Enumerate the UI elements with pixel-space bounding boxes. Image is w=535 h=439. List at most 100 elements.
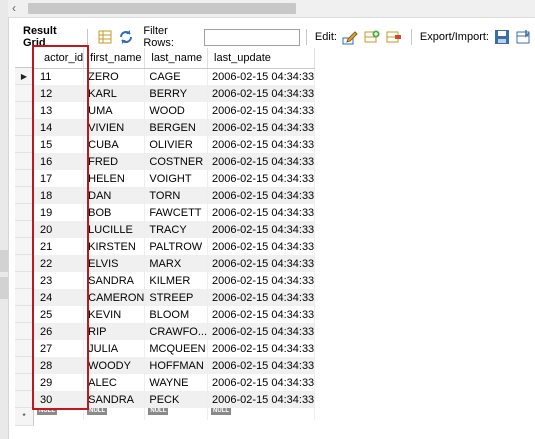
cell-first-name[interactable]: HELEN	[83, 170, 146, 187]
table-row[interactable]: 22 ELVIS MARX 2006-02-15 04:34:33	[34, 255, 316, 272]
cell-last-update[interactable]: 2006-02-15 04:34:33	[207, 255, 316, 272]
cell-first-name[interactable]: BOB	[83, 204, 146, 221]
cell-first-name[interactable]: UMA	[83, 102, 146, 119]
cell-last-update[interactable]: 2006-02-15 04:34:33	[207, 85, 316, 102]
insert-row-icon[interactable]	[364, 29, 380, 45]
row-selector[interactable]	[15, 153, 34, 170]
cell-actor-id[interactable]: 18	[34, 187, 85, 204]
cell-actor-id[interactable]: 15	[34, 136, 85, 153]
cell-last-update[interactable]: 2006-02-15 04:34:33	[207, 340, 316, 357]
cell-actor-id[interactable]: 28	[34, 357, 85, 374]
table-row[interactable]: 28 WOODY HOFFMAN 2006-02-15 04:34:33	[34, 357, 316, 374]
row-selector[interactable]	[15, 136, 34, 153]
cell-last-update[interactable]: 2006-02-15 04:34:33	[207, 357, 316, 374]
cell-last-name[interactable]: VOIGHT	[144, 170, 209, 187]
cell-last-update[interactable]: 2006-02-15 04:34:33	[207, 204, 316, 221]
cell-first-name[interactable]: JULIA	[83, 340, 146, 357]
cell-last-name[interactable]: STREEP	[144, 289, 209, 306]
cell-last-name[interactable]: MCQUEEN	[144, 340, 209, 357]
cell-last-name[interactable]: BLOOM	[144, 306, 209, 323]
cell-first-name[interactable]: LUCILLE	[83, 221, 146, 238]
result-grid-tab[interactable]: Result Grid	[23, 25, 81, 49]
table-row[interactable]: 14 VIVIEN BERGEN 2006-02-15 04:34:33	[34, 119, 316, 136]
table-row[interactable]: 23 SANDRA KILMER 2006-02-15 04:34:33	[34, 272, 316, 289]
table-row[interactable]: 21 KIRSTEN PALTROW 2006-02-15 04:34:33	[34, 238, 316, 255]
cell-last-name[interactable]: PALTROW	[144, 238, 209, 255]
table-row[interactable]: 26 RIP CRAWFO... 2006-02-15 04:34:33	[34, 323, 316, 340]
cell-first-name[interactable]: WOODY	[83, 357, 146, 374]
export-icon[interactable]	[494, 29, 510, 45]
cell-last-name[interactable]: MARX	[144, 255, 209, 272]
grid-icon[interactable]	[97, 29, 113, 45]
cell-last-update[interactable]: 2006-02-15 04:34:33	[207, 238, 316, 255]
table-row[interactable]: 17 HELEN VOIGHT 2006-02-15 04:34:33	[34, 170, 316, 187]
cell-last-update[interactable]: 2006-02-15 04:34:33	[207, 102, 316, 119]
cell-actor-id[interactable]: 24	[34, 289, 85, 306]
table-row[interactable]: 20 LUCILLE TRACY 2006-02-15 04:34:33	[34, 221, 316, 238]
cell-last-update[interactable]: 2006-02-15 04:34:33	[207, 306, 316, 323]
table-row[interactable]: 29 ALEC WAYNE 2006-02-15 04:34:33	[34, 374, 316, 391]
cell-first-name[interactable]: CAMERON	[83, 289, 146, 306]
cell-last-name[interactable]: BERRY	[144, 85, 209, 102]
cell-last-name[interactable]: CRAWFO...	[144, 323, 209, 340]
cell-actor-id[interactable]: 14	[34, 119, 85, 136]
cell-last-name[interactable]: PECK	[144, 391, 209, 408]
cell-first-name[interactable]: FRED	[83, 153, 146, 170]
cell-last-update[interactable]: 2006-02-15 04:34:33	[207, 153, 316, 170]
cell-last-update[interactable]: 2006-02-15 04:34:33	[207, 187, 316, 204]
column-header-first-name[interactable]: first_name	[83, 48, 146, 69]
cell-last-update[interactable]: 2006-02-15 04:34:33	[207, 323, 316, 340]
table-row[interactable]: 13 UMA WOOD 2006-02-15 04:34:33	[34, 102, 316, 119]
row-selector[interactable]	[15, 221, 34, 238]
cell-actor-id[interactable]: 12	[34, 85, 85, 102]
refresh-icon[interactable]	[118, 29, 134, 45]
cell-first-name[interactable]: ZERO	[83, 68, 146, 85]
cell-last-name[interactable]: BERGEN	[144, 119, 209, 136]
cell-first-name[interactable]: KIRSTEN	[83, 238, 146, 255]
new-row[interactable]: NULL NULL NULL NULL	[34, 408, 316, 420]
cell-last-update[interactable]: 2006-02-15 04:34:33	[207, 170, 316, 187]
cell-first-name[interactable]: ALEC	[83, 374, 146, 391]
horizontal-scrollbar[interactable]: ‹	[8, 0, 535, 18]
filter-rows-input[interactable]	[203, 28, 300, 46]
column-header-actor-id[interactable]: actor_id	[34, 48, 85, 69]
table-row[interactable]: 24 CAMERON STREEP 2006-02-15 04:34:33	[34, 289, 316, 306]
cell-last-update[interactable]: 2006-02-15 04:34:33	[207, 119, 316, 136]
cell-first-name[interactable]: DAN	[83, 187, 146, 204]
null-cell[interactable]: NULL	[83, 408, 146, 420]
row-selector[interactable]	[15, 119, 34, 136]
cell-last-name[interactable]: TORN	[144, 187, 209, 204]
cell-actor-id[interactable]: 21	[34, 238, 85, 255]
table-row[interactable]: 12 KARL BERRY 2006-02-15 04:34:33	[34, 85, 316, 102]
table-row[interactable]: 30 SANDRA PECK 2006-02-15 04:34:33	[34, 391, 316, 408]
cell-last-name[interactable]: OLIVIER	[144, 136, 209, 153]
cell-actor-id[interactable]: 19	[34, 204, 85, 221]
scroll-left-arrow-icon[interactable]: ‹	[12, 1, 16, 15]
cell-first-name[interactable]: SANDRA	[83, 391, 146, 408]
row-selector[interactable]	[15, 170, 34, 187]
row-selector[interactable]	[15, 204, 34, 221]
table-row[interactable]: 27 JULIA MCQUEEN 2006-02-15 04:34:33	[34, 340, 316, 357]
cell-actor-id[interactable]: 22	[34, 255, 85, 272]
row-selector[interactable]	[15, 340, 34, 357]
cell-first-name[interactable]: RIP	[83, 323, 146, 340]
edit-pencil-icon[interactable]	[342, 29, 358, 45]
row-selector[interactable]	[15, 272, 34, 289]
table-row[interactable]: 19 BOB FAWCETT 2006-02-15 04:34:33	[34, 204, 316, 221]
cell-actor-id[interactable]: 16	[34, 153, 85, 170]
cell-actor-id[interactable]: 17	[34, 170, 85, 187]
cell-first-name[interactable]: SANDRA	[83, 272, 146, 289]
import-icon[interactable]	[516, 29, 532, 45]
cell-last-name[interactable]: COSTNER	[144, 153, 209, 170]
table-row[interactable]: 16 FRED COSTNER 2006-02-15 04:34:33	[34, 153, 316, 170]
null-cell[interactable]: NULL	[207, 408, 316, 420]
table-row[interactable]: 25 KEVIN BLOOM 2006-02-15 04:34:33	[34, 306, 316, 323]
column-header-last-update[interactable]: last_update	[207, 48, 316, 69]
cell-last-update[interactable]: 2006-02-15 04:34:33	[207, 391, 316, 408]
row-selector[interactable]: ▶	[15, 68, 34, 85]
row-selector[interactable]	[15, 102, 34, 119]
cell-actor-id[interactable]: 30	[34, 391, 85, 408]
table-row[interactable]: 11 ZERO CAGE 2006-02-15 04:34:33	[34, 68, 316, 85]
row-selector[interactable]	[15, 323, 34, 340]
cell-last-update[interactable]: 2006-02-15 04:34:33	[207, 68, 316, 85]
